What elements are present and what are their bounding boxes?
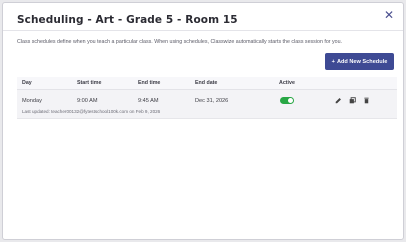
header-active: Active (279, 80, 295, 86)
edit-icon[interactable] (334, 96, 343, 105)
header-day: Day (22, 80, 32, 86)
cell-end-time: 9:45 AM (138, 98, 159, 104)
last-updated-text: Last updated: teacher00132@fytestschool1… (22, 109, 161, 114)
toggle-knob (288, 98, 293, 103)
cell-end-date: Dec 31, 2026 (195, 98, 229, 104)
edit-icon-glyph (335, 98, 341, 104)
dialog-description: Class schedules define when you teach a … (17, 39, 343, 45)
schedules-table: Day Start time End time End date Active … (17, 77, 397, 119)
table-row: Monday 9:00 AM 9:45 AM Dec 31, 2026 Last… (17, 90, 397, 119)
close-icon[interactable]: ✕ (382, 8, 396, 22)
title-divider (3, 30, 403, 31)
header-end-date: End date (195, 80, 218, 86)
copy-icon-glyph (349, 97, 356, 104)
scheduling-dialog: Scheduling - Art - Grade 5 - Room 15 ✕ C… (2, 2, 404, 240)
add-new-schedule-label: Add New Schedule (336, 58, 388, 65)
cell-day: Monday (22, 98, 42, 104)
header-start-time: Start time (77, 80, 102, 86)
cell-start-time: 9:00 AM (77, 98, 98, 104)
copy-icon[interactable] (348, 96, 357, 105)
table-header: Day Start time End time End date Active (17, 77, 397, 90)
dialog-title: Scheduling - Art - Grade 5 - Room 15 (17, 14, 238, 26)
delete-icon[interactable] (362, 96, 371, 105)
active-toggle[interactable] (280, 97, 294, 104)
header-end-time: End time (138, 80, 161, 86)
plus-icon: + (331, 58, 335, 65)
delete-icon-glyph (364, 97, 369, 104)
add-new-schedule-button[interactable]: + Add New Schedule (325, 53, 394, 70)
